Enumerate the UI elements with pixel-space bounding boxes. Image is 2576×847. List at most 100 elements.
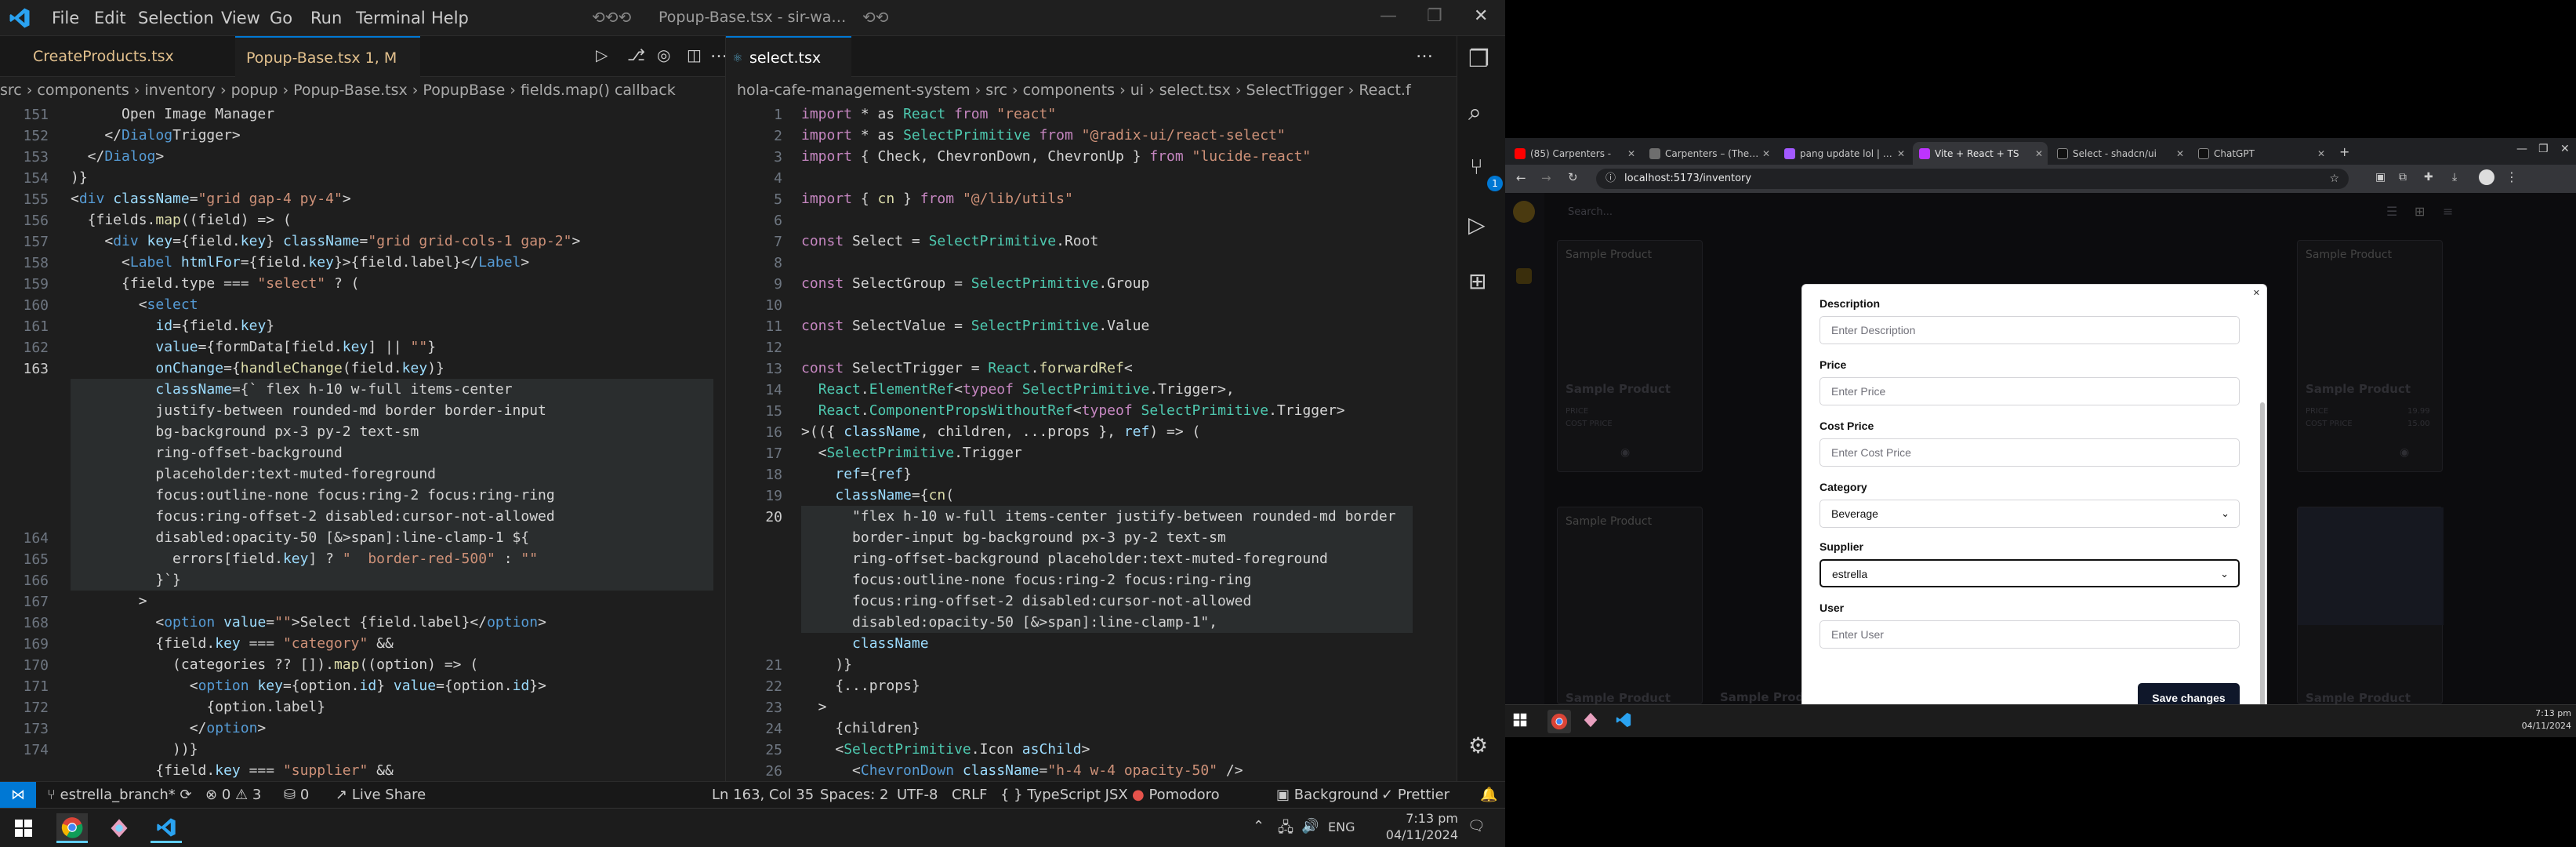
close-tab-icon[interactable]: ✕ — [2035, 142, 2043, 165]
supplier-select[interactable]: estrella ⌄ — [1820, 559, 2240, 587]
line-number[interactable]: 154 — [23, 170, 49, 187]
extensions-icon[interactable]: ⊞ — [1468, 268, 1486, 294]
close-tab-icon[interactable]: ✕ — [1762, 142, 1770, 165]
line-number[interactable]: 9 — [774, 276, 782, 293]
background-status[interactable]: ▣ Background — [1276, 787, 1378, 803]
line-number[interactable]: 25 — [765, 742, 782, 758]
line-number[interactable]: 8 — [774, 255, 782, 271]
vscode-taskbar-icon[interactable] — [1615, 711, 1632, 732]
search-input[interactable]: Search... — [1560, 202, 1732, 223]
product-card[interactable]: Sample Product — [2297, 507, 2444, 704]
line-number[interactable]: 163 — [23, 361, 49, 377]
code-line[interactable]: border-input bg-background px-3 py-2 tex… — [801, 527, 1226, 548]
tray-chevron-icon[interactable]: ⌃ — [1253, 818, 1264, 834]
menu-selection[interactable]: Selection — [138, 9, 214, 27]
line-number[interactable]: 12 — [765, 340, 782, 356]
line-number[interactable]: 167 — [23, 594, 49, 610]
cost-price-input[interactable]: Enter Cost Price — [1820, 438, 2240, 467]
git-compare-icon[interactable]: ⎇ — [627, 45, 645, 64]
code-line[interactable]: <option key={option.id} value={option.id… — [71, 675, 546, 696]
language-mode[interactable]: { } TypeScript JSX — [1000, 787, 1128, 803]
extension-icon-2[interactable]: ⧉ — [2399, 171, 2407, 184]
line-number[interactable]: 151 — [23, 107, 49, 123]
close-tab-icon[interactable]: ✕ — [1897, 142, 1905, 165]
minimize-icon[interactable]: — — [2516, 143, 2527, 155]
line-number[interactable]: 172 — [23, 700, 49, 716]
menu-terminal[interactable]: Terminal — [356, 9, 426, 27]
line-number[interactable]: 153 — [23, 149, 49, 165]
code-line[interactable]: id={field.key} — [71, 315, 274, 336]
eol[interactable]: CRLF — [952, 787, 987, 803]
code-line[interactable]: </option> — [71, 718, 267, 739]
new-tab-icon[interactable]: + — [2339, 144, 2349, 159]
code-line[interactable]: className — [801, 633, 929, 654]
code-line[interactable]: <SelectPrimitive.Trigger — [801, 442, 1022, 463]
price-input[interactable]: Enter Price — [1820, 377, 2240, 405]
code-line[interactable]: React.ElementRef<typeof SelectPrimitive.… — [801, 379, 1235, 400]
view-icon[interactable]: ◉ — [2400, 446, 2409, 459]
code-line[interactable]: <option value="">Select {field.label}</o… — [71, 612, 546, 633]
code-line[interactable]: <SelectPrimitive.Icon asChild> — [801, 739, 1090, 760]
line-number[interactable]: 23 — [765, 700, 782, 716]
code-line[interactable]: ring-offset-background placeholder:text-… — [801, 548, 1328, 569]
line-number[interactable]: 10 — [765, 297, 782, 314]
line-number[interactable]: 13 — [765, 361, 782, 377]
code-line[interactable]: import { cn } from "@/lib/utils" — [801, 188, 1073, 209]
accounts-icon[interactable]: ⚙ — [1468, 732, 1488, 758]
list-view-icon[interactable]: ☰ — [2386, 204, 2397, 219]
code-line[interactable]: const Select = SelectPrimitive.Root — [801, 231, 1098, 252]
language-indicator[interactable]: ENG — [1328, 820, 1355, 834]
code-line[interactable]: focus:outline-none focus:ring-2 focus:ri… — [801, 569, 1251, 591]
menu-run[interactable]: Run — [310, 9, 342, 27]
code-line[interactable]: focus:ring-offset-2 disabled:cursor-not-… — [801, 591, 1251, 612]
line-number[interactable]: 169 — [23, 636, 49, 653]
reload-icon[interactable]: ↻ — [1568, 170, 1578, 184]
menu-file[interactable]: File — [52, 9, 79, 27]
code-line[interactable]: placeholder:text-muted-foreground — [71, 463, 436, 485]
line-number[interactable]: 17 — [765, 445, 782, 462]
ports-status[interactable]: ⛁ 0 — [284, 787, 309, 803]
line-number[interactable]: 155 — [23, 191, 49, 208]
line-number[interactable]: 162 — [23, 340, 49, 356]
code-line[interactable]: }`} — [71, 569, 181, 591]
encoding[interactable]: UTF-8 — [897, 787, 938, 803]
category-select[interactable]: Beverage ⌄ — [1820, 500, 2240, 528]
line-number[interactable]: 166 — [23, 573, 49, 589]
code-line[interactable]: value={formData[field.key] || ""} — [71, 336, 436, 358]
code-line[interactable]: const SelectGroup = SelectPrimitive.Grou… — [801, 273, 1149, 294]
forward-icon[interactable]: → — [1541, 171, 1551, 185]
line-number[interactable]: 11 — [765, 318, 782, 335]
line-number[interactable]: 157 — [23, 234, 49, 250]
code-line[interactable]: {field.type === "select" ? ( — [71, 273, 359, 294]
site-info-icon[interactable]: ⓘ — [1605, 169, 1616, 189]
code-line[interactable]: className={` flex h-10 w-full items-cent… — [71, 379, 512, 400]
app-taskbar-icon[interactable] — [1582, 711, 1599, 732]
code-line[interactable]: import { Check, ChevronDown, ChevronUp }… — [801, 146, 1311, 167]
vscode-taskbar-icon[interactable] — [151, 813, 182, 843]
code-line[interactable]: > — [801, 696, 827, 718]
browser-tab-carpenters[interactable]: Carpenters – (They L ✕ — [1643, 142, 1775, 165]
code-line[interactable]: "flex h-10 w-full items-center justify-b… — [801, 506, 1396, 527]
line-number[interactable]: 7 — [774, 234, 782, 250]
menu-help[interactable]: Help — [431, 9, 469, 27]
code-line[interactable]: {children} — [801, 718, 920, 739]
line-number[interactable]: 15 — [765, 403, 782, 420]
product-card[interactable]: Sample Product Sample Product PRICE 19.9… — [2297, 240, 2443, 472]
browser-tab-youtube[interactable]: (85) Carpenters - ✕ — [1508, 142, 1640, 165]
line-number[interactable]: 14 — [765, 382, 782, 398]
pomodoro-status[interactable]: ● Pomodoro — [1132, 787, 1220, 803]
code-line[interactable]: <div key={field.key} className="grid gri… — [71, 231, 580, 252]
user-input[interactable]: Enter User — [1820, 620, 2240, 649]
code-line[interactable]: import * as SelectPrimitive from "@radix… — [801, 125, 1286, 146]
code-line[interactable]: focus:outline-none focus:ring-2 focus:ri… — [71, 485, 554, 506]
tab-popup-base[interactable]: Popup-Base.tsx 1, M ✕ — [235, 36, 420, 107]
view-icon[interactable]: ◉ — [1620, 446, 1630, 459]
prettier-status[interactable]: ✓ Prettier — [1381, 787, 1449, 803]
back-icon[interactable]: ← — [1516, 171, 1526, 185]
menu-view[interactable]: View — [221, 9, 260, 27]
bookmark-star-icon[interactable]: ☆ — [2329, 169, 2339, 189]
clock-time[interactable]: 7:13 pm — [1388, 811, 1458, 826]
line-number[interactable]: 159 — [23, 276, 49, 293]
line-number[interactable]: 5 — [774, 191, 782, 208]
tab-createproducts[interactable]: CreateProducts.tsx 2 — [22, 36, 194, 106]
